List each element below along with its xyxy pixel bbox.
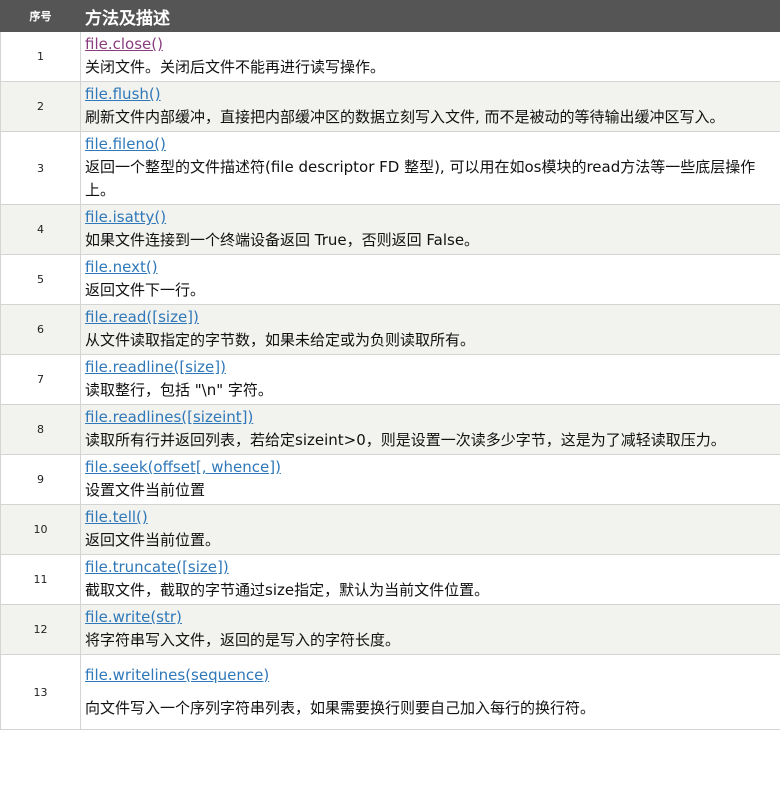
method-description: 关闭文件。关闭后文件不能再进行读写操作。 — [85, 58, 386, 76]
method-cell: file.truncate([size]) 截取文件，截取的字节通过size指定… — [80, 554, 780, 605]
method-cell: file.write(str) 将字符串写入文件，返回的是写入的字符长度。 — [80, 604, 780, 655]
row-number: 13 — [0, 654, 81, 730]
method-description: 向文件写入一个序列字符串列表，如果需要换行则要自己加入每行的换行符。 — [85, 698, 596, 717]
row-number: 2 — [0, 81, 81, 132]
method-description: 返回文件当前位置。 — [85, 531, 221, 549]
row-number: 4 — [0, 204, 81, 255]
table-row: 8 file.readlines([sizeint]) 读取所有行并返回列表，若… — [0, 404, 780, 455]
method-link-readline[interactable]: file.readline([size]) — [85, 356, 776, 379]
table-row: 10 file.tell() 返回文件当前位置。 — [0, 504, 780, 555]
method-description: 读取整行，包括 "\n" 字符。 — [85, 381, 273, 399]
table-header-row: 序号 方法及描述 — [0, 0, 780, 32]
method-link-readlines[interactable]: file.readlines([sizeint]) — [85, 406, 776, 429]
file-methods-table: 序号 方法及描述 1 file.close() 关闭文件。关闭后文件不能再进行读… — [0, 0, 780, 730]
row-number: 8 — [0, 404, 81, 455]
table-row: 3 file.fileno() 返回一个整型的文件描述符(file descri… — [0, 131, 780, 205]
method-cell: file.fileno() 返回一个整型的文件描述符(file descript… — [80, 131, 780, 205]
column-header-method-description: 方法及描述 — [80, 0, 780, 32]
table-row: 4 file.isatty() 如果文件连接到一个终端设备返回 True，否则返… — [0, 204, 780, 255]
method-link-writelines[interactable]: file.writelines(sequence) — [85, 664, 776, 687]
method-cell: file.readline([size]) 读取整行，包括 "\n" 字符。 — [80, 354, 780, 405]
table-row: 11 file.truncate([size]) 截取文件，截取的字节通过siz… — [0, 554, 780, 605]
row-number: 7 — [0, 354, 81, 405]
table-row: 9 file.seek(offset[, whence]) 设置文件当前位置 — [0, 454, 780, 505]
method-description: 返回文件下一行。 — [85, 281, 206, 299]
method-link-read[interactable]: file.read([size]) — [85, 306, 776, 329]
method-cell: file.isatty() 如果文件连接到一个终端设备返回 True，否则返回 … — [80, 204, 780, 255]
table-row: 1 file.close() 关闭文件。关闭后文件不能再进行读写操作。 — [0, 31, 780, 82]
method-cell: file.seek(offset[, whence]) 设置文件当前位置 — [80, 454, 780, 505]
method-description: 读取所有行并返回列表，若给定sizeint>0，则是设置一次读多少字节，这是为了… — [85, 431, 726, 449]
method-link-fileno[interactable]: file.fileno() — [85, 133, 776, 156]
row-number: 3 — [0, 131, 81, 205]
method-cell: file.writelines(sequence) 向文件写入一个序列字符串列表… — [80, 654, 780, 730]
method-description: 返回一个整型的文件描述符(file descriptor FD 整型), 可以用… — [85, 158, 756, 199]
method-link-seek[interactable]: file.seek(offset[, whence]) — [85, 456, 776, 479]
method-link-tell[interactable]: file.tell() — [85, 506, 776, 529]
method-description: 将字符串写入文件，返回的是写入的字符长度。 — [85, 631, 401, 649]
row-number: 12 — [0, 604, 81, 655]
method-link-flush[interactable]: file.flush() — [85, 83, 776, 106]
table-row: 7 file.readline([size]) 读取整行，包括 "\n" 字符。 — [0, 354, 780, 405]
method-description: 从文件读取指定的字节数，如果未给定或为负则读取所有。 — [85, 331, 476, 349]
method-link-next[interactable]: file.next() — [85, 256, 776, 279]
method-cell: file.next() 返回文件下一行。 — [80, 254, 780, 305]
method-link-close[interactable]: file.close() — [85, 33, 776, 56]
method-description: 设置文件当前位置 — [85, 481, 206, 499]
method-description: 如果文件连接到一个终端设备返回 True，否则返回 False。 — [85, 231, 480, 249]
method-description: 刷新文件内部缓冲，直接把内部缓冲区的数据立刻写入文件, 而不是被动的等待输出缓冲… — [85, 108, 725, 126]
column-header-number: 序号 — [0, 0, 81, 32]
method-cell: file.flush() 刷新文件内部缓冲，直接把内部缓冲区的数据立刻写入文件,… — [80, 81, 780, 132]
row-number: 1 — [0, 31, 81, 82]
method-cell: file.close() 关闭文件。关闭后文件不能再进行读写操作。 — [80, 31, 780, 82]
method-cell: file.readlines([sizeint]) 读取所有行并返回列表，若给定… — [80, 404, 780, 455]
table-row: 6 file.read([size]) 从文件读取指定的字节数，如果未给定或为负… — [0, 304, 780, 355]
method-link-truncate[interactable]: file.truncate([size]) — [85, 556, 776, 579]
method-link-isatty[interactable]: file.isatty() — [85, 206, 776, 229]
row-number: 6 — [0, 304, 81, 355]
row-number: 10 — [0, 504, 81, 555]
row-number: 5 — [0, 254, 81, 305]
method-link-write[interactable]: file.write(str) — [85, 606, 776, 629]
row-number: 9 — [0, 454, 81, 505]
method-cell: file.tell() 返回文件当前位置。 — [80, 504, 780, 555]
table-row: 5 file.next() 返回文件下一行。 — [0, 254, 780, 305]
method-cell: file.read([size]) 从文件读取指定的字节数，如果未给定或为负则读… — [80, 304, 780, 355]
method-description: 截取文件，截取的字节通过size指定，默认为当前文件位置。 — [85, 581, 490, 599]
table-row: 2 file.flush() 刷新文件内部缓冲，直接把内部缓冲区的数据立刻写入文… — [0, 81, 780, 132]
row-number: 11 — [0, 554, 81, 605]
table-row: 12 file.write(str) 将字符串写入文件，返回的是写入的字符长度。 — [0, 604, 780, 655]
table-row: 13 file.writelines(sequence) 向文件写入一个序列字符… — [0, 654, 780, 730]
